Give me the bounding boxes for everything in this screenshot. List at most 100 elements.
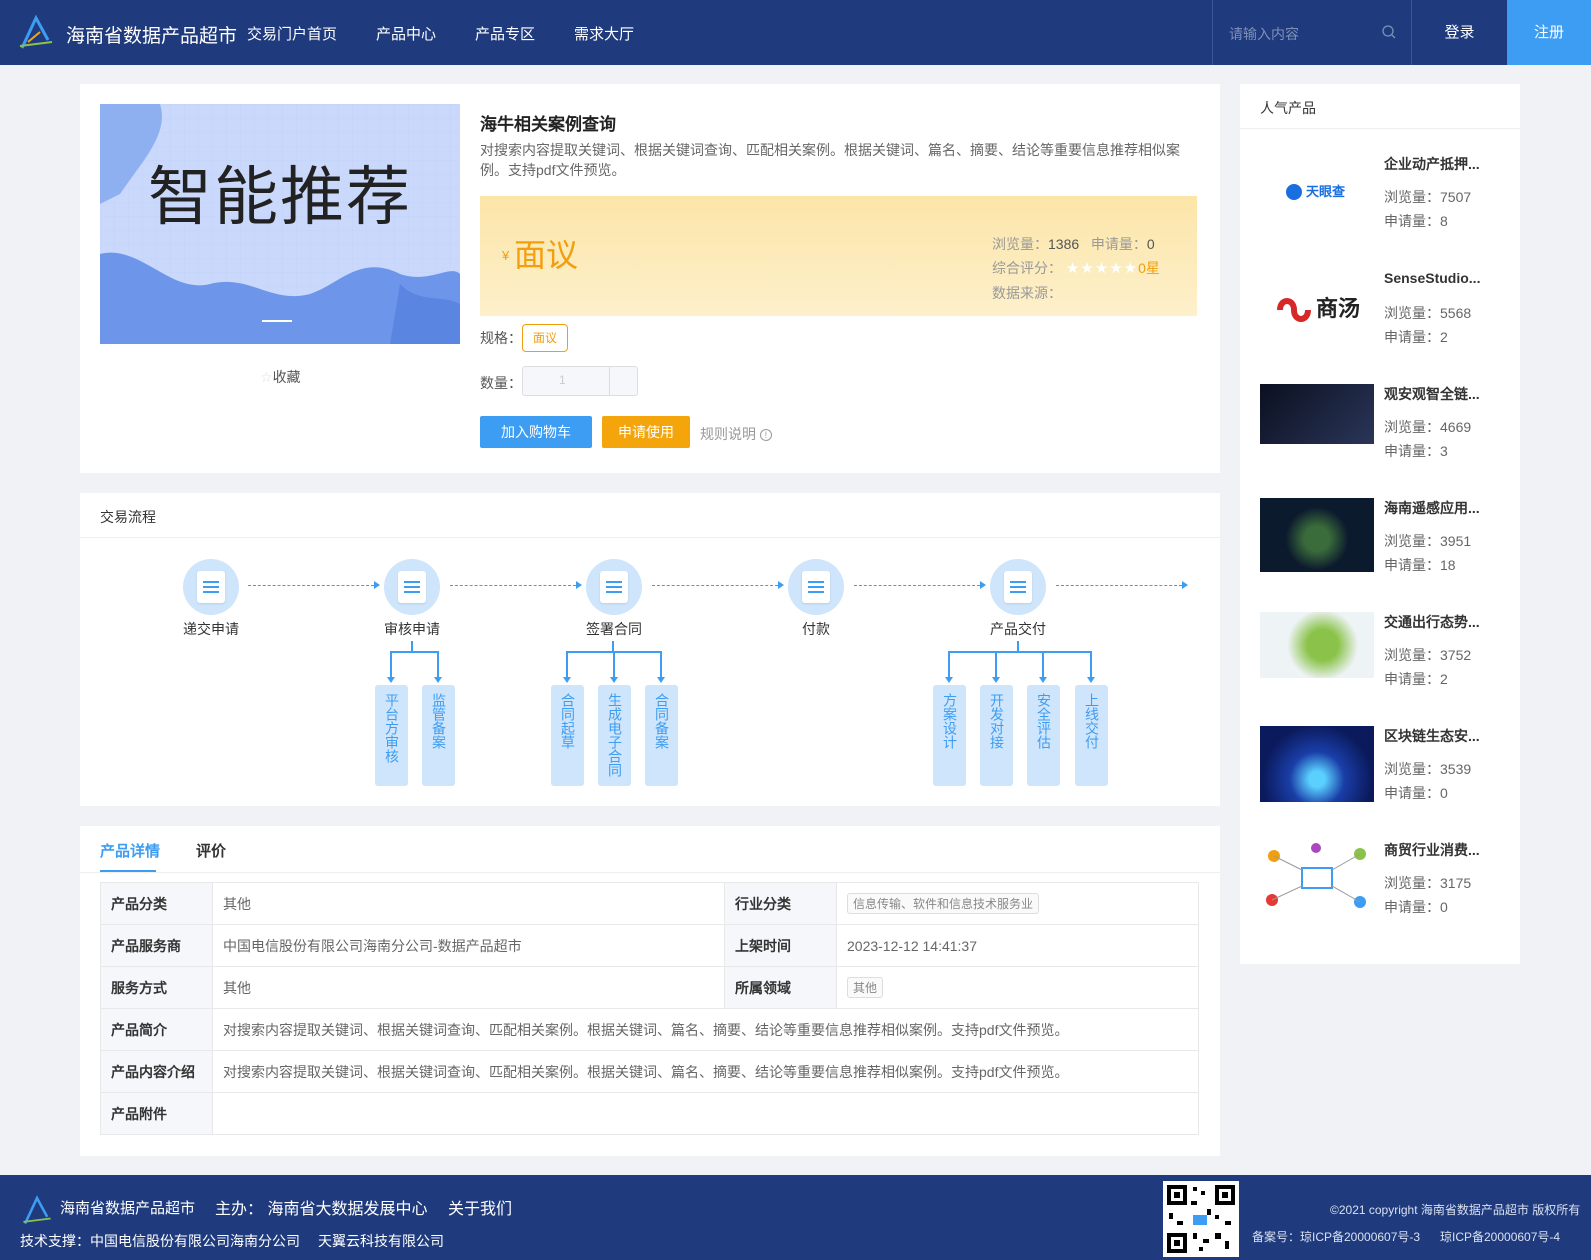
step-label: 付款 (802, 621, 830, 637)
product-name[interactable]: 商贸行业消费... (1384, 840, 1504, 860)
nav-demands[interactable]: 需求大厅 (574, 23, 634, 44)
product-description: 对搜索内容提取关键词、根据关键词查询、匹配相关案例。根据关键词、篇名、摘要、结论… (480, 142, 1180, 178)
price-panel: ¥ 面议 浏览量：1386 申请量：0 综合评分： ★★★★★0星 数据来源： (480, 196, 1197, 316)
thumb-text: 商汤 (1316, 296, 1360, 321)
table-value: 其他 (212, 882, 725, 925)
connector (660, 651, 662, 677)
industry-tag: 信息传输、软件和信息技术服务业 (847, 893, 1040, 914)
substep-box: 平台方审核 (375, 685, 408, 786)
tianyancha-logo-image: 天眼查 (1260, 154, 1374, 232)
tech-support-2: 天翼云科技有限公司 (318, 1233, 444, 1249)
table-key: 所属领域 (724, 966, 837, 1009)
search-box[interactable]: 请输入内容 (1212, 0, 1412, 65)
list-item[interactable]: 观安观智全链... 浏览量：4669 申请量：3 (1260, 384, 1520, 484)
table-row: 产品服务商 中国电信股份有限公司海南分公司-数据产品超市 上架时间 2023-1… (100, 924, 1199, 967)
applies: 申请量：2 (1384, 671, 1448, 687)
tech-support: 技术支撑：中国电信股份有限公司海南分公司 (20, 1233, 300, 1249)
site-title[interactable]: 海南省数据产品超市 (66, 21, 237, 48)
apply-button[interactable]: 申请使用 (602, 416, 690, 448)
views: 浏览量：3539 (1384, 761, 1472, 777)
delivery-icon (990, 559, 1046, 615)
table-key: 上架时间 (724, 924, 837, 967)
flow-arrow (854, 581, 986, 589)
search-input[interactable]: 请输入内容 (1229, 24, 1299, 44)
nav-products[interactable]: 产品中心 (376, 23, 436, 44)
list-item[interactable]: 商汤 SenseStudio... 浏览量：5568 申请量：2 (1260, 270, 1520, 370)
icp-record-2[interactable]: 琼ICP备20000607号-4 (1440, 1228, 1560, 1245)
spec-label: 规格： (480, 330, 522, 346)
footer-logo-icon (23, 1195, 51, 1225)
favorite-button[interactable]: ☆收藏 (260, 367, 301, 387)
table-key: 产品附件 (100, 1092, 213, 1135)
product-name[interactable]: 区块链生态安... (1384, 726, 1504, 746)
list-item[interactable]: 海南遥感应用... 浏览量：3951 申请量：18 (1260, 498, 1520, 598)
applies: 申请量：0 (1384, 785, 1448, 801)
product-banner[interactable]: 智能推荐 (100, 104, 460, 344)
product-thumbnail (1260, 726, 1374, 802)
search-icon[interactable] (1381, 24, 1397, 40)
table-value: 中国电信股份有限公司海南分公司-数据产品超市 (212, 924, 725, 967)
quantity-stepper[interactable]: 1 (522, 366, 638, 396)
table-value: 信息传输、软件和信息技术服务业 (836, 882, 1199, 925)
tab-reviews[interactable]: 评价 (196, 840, 226, 861)
substep-box: 上线交付 (1075, 685, 1108, 786)
icp-record-1[interactable]: 备案号：琼ICP备20000607号-3 (1252, 1228, 1420, 1245)
add-to-cart-button[interactable]: 加入购物车 (480, 416, 592, 448)
top-header: 海南省数据产品超市 交易门户首页 产品中心 产品专区 需求大厅 请输入内容 登录… (0, 0, 1591, 65)
about-us-link[interactable]: 关于我们 (448, 1195, 512, 1219)
product-name[interactable]: 观安观智全链... (1384, 384, 1504, 404)
quantity-arrows[interactable] (609, 367, 638, 395)
table-value: 其他 (836, 966, 1199, 1009)
substep-box: 合同起草 (551, 685, 584, 786)
nav-zone[interactable]: 产品专区 (475, 23, 535, 44)
spec-option[interactable]: 面议 (522, 324, 568, 352)
arrow-down-icon (945, 677, 953, 683)
substep-box: 合同备案 (645, 685, 678, 786)
step-label: 签署合同 (586, 621, 642, 637)
tab-product-detail[interactable]: 产品详情 (100, 840, 160, 861)
product-name[interactable]: 交通出行态势... (1384, 612, 1504, 632)
footer-host: 主办： 海南省大数据发展中心 (215, 1201, 428, 1218)
arrow-down-icon (657, 677, 665, 683)
connector (390, 651, 438, 653)
star-outline-icon: ☆ (260, 369, 273, 385)
login-button[interactable]: 登录 (1412, 0, 1507, 65)
substep-box: 生成电子合同 (598, 685, 631, 786)
product-name[interactable]: 企业动产抵押... (1384, 154, 1504, 174)
substep-box: 方案设计 (933, 685, 966, 786)
currency-symbol: ¥ (502, 248, 510, 263)
table-value: 2023-12-12 14:41:37 (836, 924, 1199, 967)
product-name[interactable]: 海南遥感应用... (1384, 498, 1504, 518)
rules-link[interactable]: 规则说明 ! (700, 424, 772, 444)
list-item[interactable]: 交通出行态势... 浏览量：3752 申请量：2 (1260, 612, 1520, 712)
list-item[interactable]: 天眼查 企业动产抵押... 浏览量：7507 申请量：8 (1260, 154, 1520, 254)
register-button[interactable]: 注册 (1507, 0, 1591, 65)
quantity-label: 数量： (480, 375, 522, 391)
product-stats: 浏览量：1386 申请量：0 综合评分： ★★★★★0星 数据来源： (992, 232, 1160, 305)
site-logo-icon[interactable] (18, 12, 54, 52)
connector (390, 651, 392, 677)
favorite-label: 收藏 (272, 369, 301, 385)
product-title: 海牛相关案例查询 (480, 115, 616, 134)
substep-box: 监管备案 (422, 685, 455, 786)
domain-tag: 其他 (847, 977, 884, 998)
step-label: 产品交付 (990, 621, 1046, 637)
qr-code-image (1163, 1181, 1239, 1257)
info-icon: ! (759, 429, 772, 442)
arrow-down-icon (992, 677, 1000, 683)
banner-text: 智能推荐 (148, 161, 412, 235)
list-item[interactable]: 区块链生态安... 浏览量：3539 申请量：0 (1260, 726, 1520, 826)
list-item[interactable]: 商贸行业消费... 浏览量：3175 申请量：0 (1260, 840, 1520, 940)
table-value: 对搜索内容提取关键词、根据关键词查询、匹配相关案例。根据关键词、篇名、摘要、结论… (212, 1050, 1199, 1093)
connector (437, 651, 439, 677)
price-value: 面议 (514, 237, 579, 273)
views: 浏览量：3951 (1384, 533, 1472, 549)
popular-products-panel: 人气产品 天眼查 企业动产抵押... 浏览量：7507 申请量：8 商汤 Sen… (1240, 84, 1520, 964)
flow-title: 交易流程 (100, 509, 156, 525)
payment-icon (788, 559, 844, 615)
product-name[interactable]: SenseStudio... (1384, 270, 1504, 286)
product-thumbnail (1260, 498, 1374, 572)
nav-home[interactable]: 交易门户首页 (247, 23, 337, 44)
footer: 海南省数据产品超市 主办： 海南省大数据发展中心 关于我们 技术支撑：中国电信股… (0, 1175, 1591, 1260)
product-thumbnail (1260, 384, 1374, 444)
